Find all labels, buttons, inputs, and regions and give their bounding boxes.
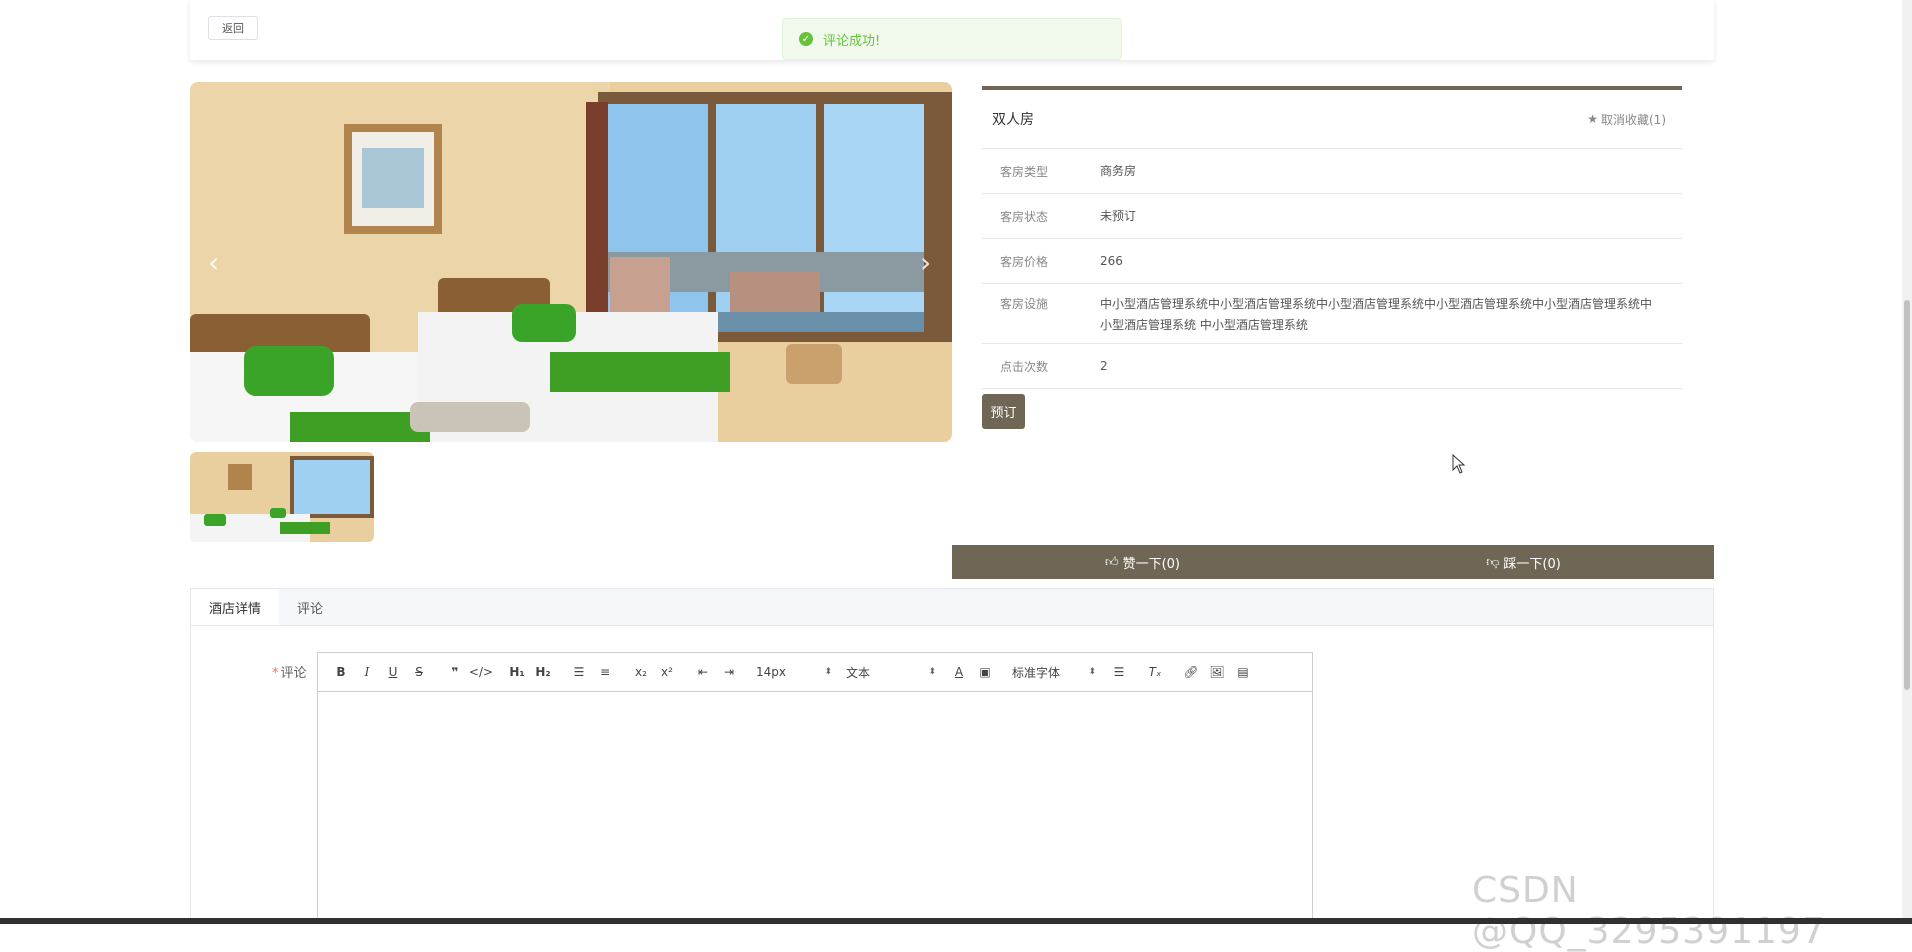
like-button[interactable]: 👍︎ 赞一下(0)	[952, 545, 1333, 579]
detail-label: 客房类型	[1000, 164, 1049, 179]
header-picker[interactable]: 文本 ⬍	[846, 664, 936, 681]
blockquote-icon[interactable]: ❞	[442, 660, 468, 684]
heading-2-icon[interactable]: H₂	[530, 660, 556, 684]
like-label: 赞一下(0)	[1122, 556, 1180, 572]
dislike-label: 踩一下(0)	[1503, 556, 1561, 572]
toast-message: 评论成功!	[823, 33, 881, 49]
video-icon[interactable]: ▤	[1230, 660, 1256, 684]
editor-content-area[interactable]	[318, 692, 1312, 924]
heading-1-icon[interactable]: H₁	[504, 660, 530, 684]
bullet-list-icon[interactable]: ≡	[592, 660, 618, 684]
bold-icon[interactable]: B	[328, 660, 354, 684]
comment-label: * 评论	[272, 662, 307, 681]
unfavorite-label: 取消收藏(1)	[1601, 112, 1666, 127]
detail-row-clicks: 点击次数 2	[982, 344, 1682, 389]
tab-bar: 酒店详情 评论	[191, 589, 1713, 626]
detail-value: 未预订	[1100, 208, 1137, 223]
header-value: 文本	[846, 665, 871, 680]
thumbs-up-icon: 👍︎	[1104, 554, 1119, 570]
font-size-value: 14px	[756, 665, 786, 679]
rich-text-editor: B I U S ❞ </> H₁ H₂ ☰ ≡ x₂ x² ⇤ ⇥ 14px ⬍…	[317, 652, 1313, 924]
ordered-list-icon[interactable]: ☰	[566, 660, 592, 684]
comment-label-text: 评论	[280, 666, 307, 681]
mouse-cursor-icon	[1452, 454, 1466, 474]
detail-row-price: 客房价格 266	[982, 239, 1682, 284]
detail-row-facilities: 客房设施 中小型酒店管理系统中小型酒店管理系统中小型酒店管理系统中小型酒店管理系…	[982, 284, 1682, 344]
thumbs-down-icon: 👎︎	[1486, 554, 1500, 570]
font-color-icon[interactable]: A	[946, 660, 972, 684]
background-color-icon[interactable]: ▣	[972, 660, 998, 684]
tab-comments[interactable]: 评论	[279, 589, 341, 625]
unfavorite-button[interactable]: ★ 取消收藏(1)	[1587, 111, 1666, 128]
tab-hotel-details[interactable]: 酒店详情	[191, 589, 280, 625]
detail-label: 客房状态	[1000, 209, 1049, 224]
detail-label: 客房设施	[1000, 297, 1049, 311]
detail-value: 中小型酒店管理系统中小型酒店管理系统中小型酒店管理系统中小型酒店管理系统中小型酒…	[1100, 297, 1653, 332]
italic-icon[interactable]: I	[354, 660, 380, 684]
indent-icon[interactable]: ⇥	[716, 660, 742, 684]
superscript-icon[interactable]: x²	[654, 660, 680, 684]
room-photo-carousel: ‹ ›	[190, 82, 952, 442]
image-icon[interactable]: 🖼︎	[1204, 660, 1230, 684]
vote-bar: 👍︎ 赞一下(0) 👎︎ 踩一下(0)	[952, 545, 1714, 579]
clear-format-icon[interactable]: Tₓ	[1142, 660, 1168, 684]
taskbar-strip	[0, 918, 1912, 924]
subscript-icon[interactable]: x₂	[628, 660, 654, 684]
scrollbar-thumb[interactable]	[1904, 300, 1910, 690]
underline-icon[interactable]: U	[380, 660, 406, 684]
detail-row-status: 客房状态 未预订	[982, 194, 1682, 239]
room-photo: ‹ ›	[190, 82, 952, 442]
dislike-button[interactable]: 👎︎ 踩一下(0)	[1333, 545, 1714, 579]
star-icon: ★	[1587, 112, 1598, 126]
success-toast: ✓ 评论成功!	[782, 18, 1122, 60]
required-mark: *	[272, 666, 279, 681]
book-button[interactable]: 预订	[982, 394, 1025, 429]
font-family-value: 标准字体	[1012, 665, 1061, 680]
back-button[interactable]: 返回	[208, 16, 258, 40]
detail-value: 商务房	[1100, 163, 1137, 178]
room-thumbnail[interactable]	[190, 452, 374, 542]
detail-value: 2	[1100, 358, 1108, 373]
carousel-prev-icon[interactable]: ‹	[208, 246, 219, 279]
check-circle-icon: ✓	[799, 32, 813, 46]
outdent-icon[interactable]: ⇤	[690, 660, 716, 684]
room-name: 双人房	[992, 112, 1034, 128]
code-block-icon[interactable]: </>	[468, 660, 494, 684]
detail-row-type: 客房类型 商务房	[982, 149, 1682, 194]
strikethrough-icon[interactable]: S	[406, 660, 432, 684]
editor-toolbar: B I U S ❞ </> H₁ H₂ ☰ ≡ x₂ x² ⇤ ⇥ 14px ⬍…	[318, 653, 1312, 692]
picker-caret-icon: ⬍	[1088, 667, 1096, 677]
picker-caret-icon: ⬍	[824, 667, 832, 677]
detail-label: 客房价格	[1000, 254, 1049, 269]
carousel-next-icon[interactable]: ›	[920, 246, 931, 279]
thumbnail-photo	[190, 452, 374, 542]
detail-value: 266	[1100, 253, 1123, 268]
font-size-picker[interactable]: 14px ⬍	[756, 665, 832, 679]
picker-caret-icon: ⬍	[928, 667, 936, 677]
watermark: CSDN @QQ_3295391197	[1472, 870, 1826, 952]
align-icon[interactable]: ☰	[1106, 660, 1132, 684]
room-title-row: 双人房 ★ 取消收藏(1)	[982, 90, 1682, 149]
font-family-picker[interactable]: 标准字体 ⬍	[1012, 664, 1096, 681]
room-info-panel: 双人房 ★ 取消收藏(1) 客房类型 商务房 客房状态 未预订 客房价格 266…	[982, 86, 1682, 389]
link-icon[interactable]: 🔗︎	[1178, 660, 1204, 684]
detail-label: 点击次数	[1000, 359, 1049, 374]
